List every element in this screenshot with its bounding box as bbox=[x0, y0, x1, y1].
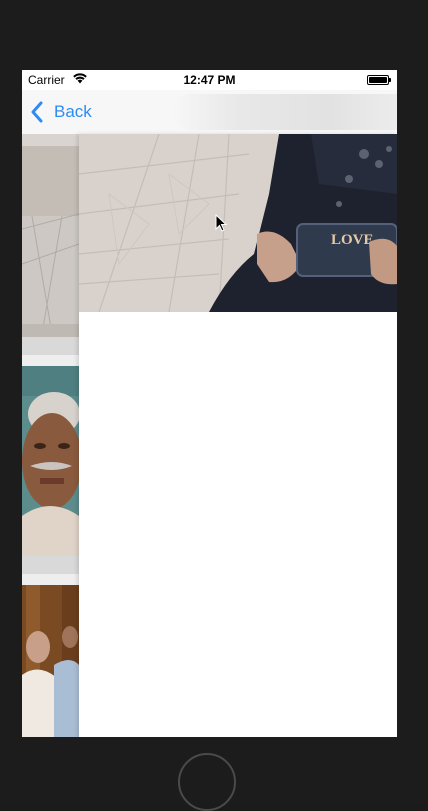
list-separator bbox=[22, 574, 79, 585]
list-item-photo[interactable] bbox=[22, 585, 79, 737]
device-frame: Carrier 12:47 PM Back LOVE bbox=[0, 0, 428, 811]
chevron-left-icon bbox=[31, 101, 43, 123]
home-button[interactable] bbox=[178, 753, 236, 811]
photo-list bbox=[22, 134, 79, 737]
list-separator bbox=[22, 556, 79, 574]
back-label: Back bbox=[54, 102, 92, 121]
back-button[interactable]: Back bbox=[30, 100, 92, 124]
mouse-pointer-icon bbox=[215, 213, 228, 237]
list-item-photo[interactable] bbox=[22, 134, 79, 337]
list-separator bbox=[22, 355, 79, 366]
battery-icon bbox=[367, 75, 391, 85]
phone-screen: Carrier 12:47 PM Back LOVE bbox=[22, 70, 397, 737]
list-separator bbox=[22, 337, 79, 355]
list-item-photo[interactable] bbox=[22, 366, 79, 556]
detail-view: LOVE bbox=[79, 134, 397, 737]
navigation-bar: Back bbox=[22, 90, 397, 135]
bag-logo-text: LOVE bbox=[331, 232, 374, 248]
clock-label: 12:47 PM bbox=[183, 73, 236, 87]
status-bar: Carrier 12:47 PM bbox=[22, 70, 397, 90]
transition-overlay bbox=[172, 94, 397, 130]
hero-photo: LOVE bbox=[79, 134, 397, 312]
